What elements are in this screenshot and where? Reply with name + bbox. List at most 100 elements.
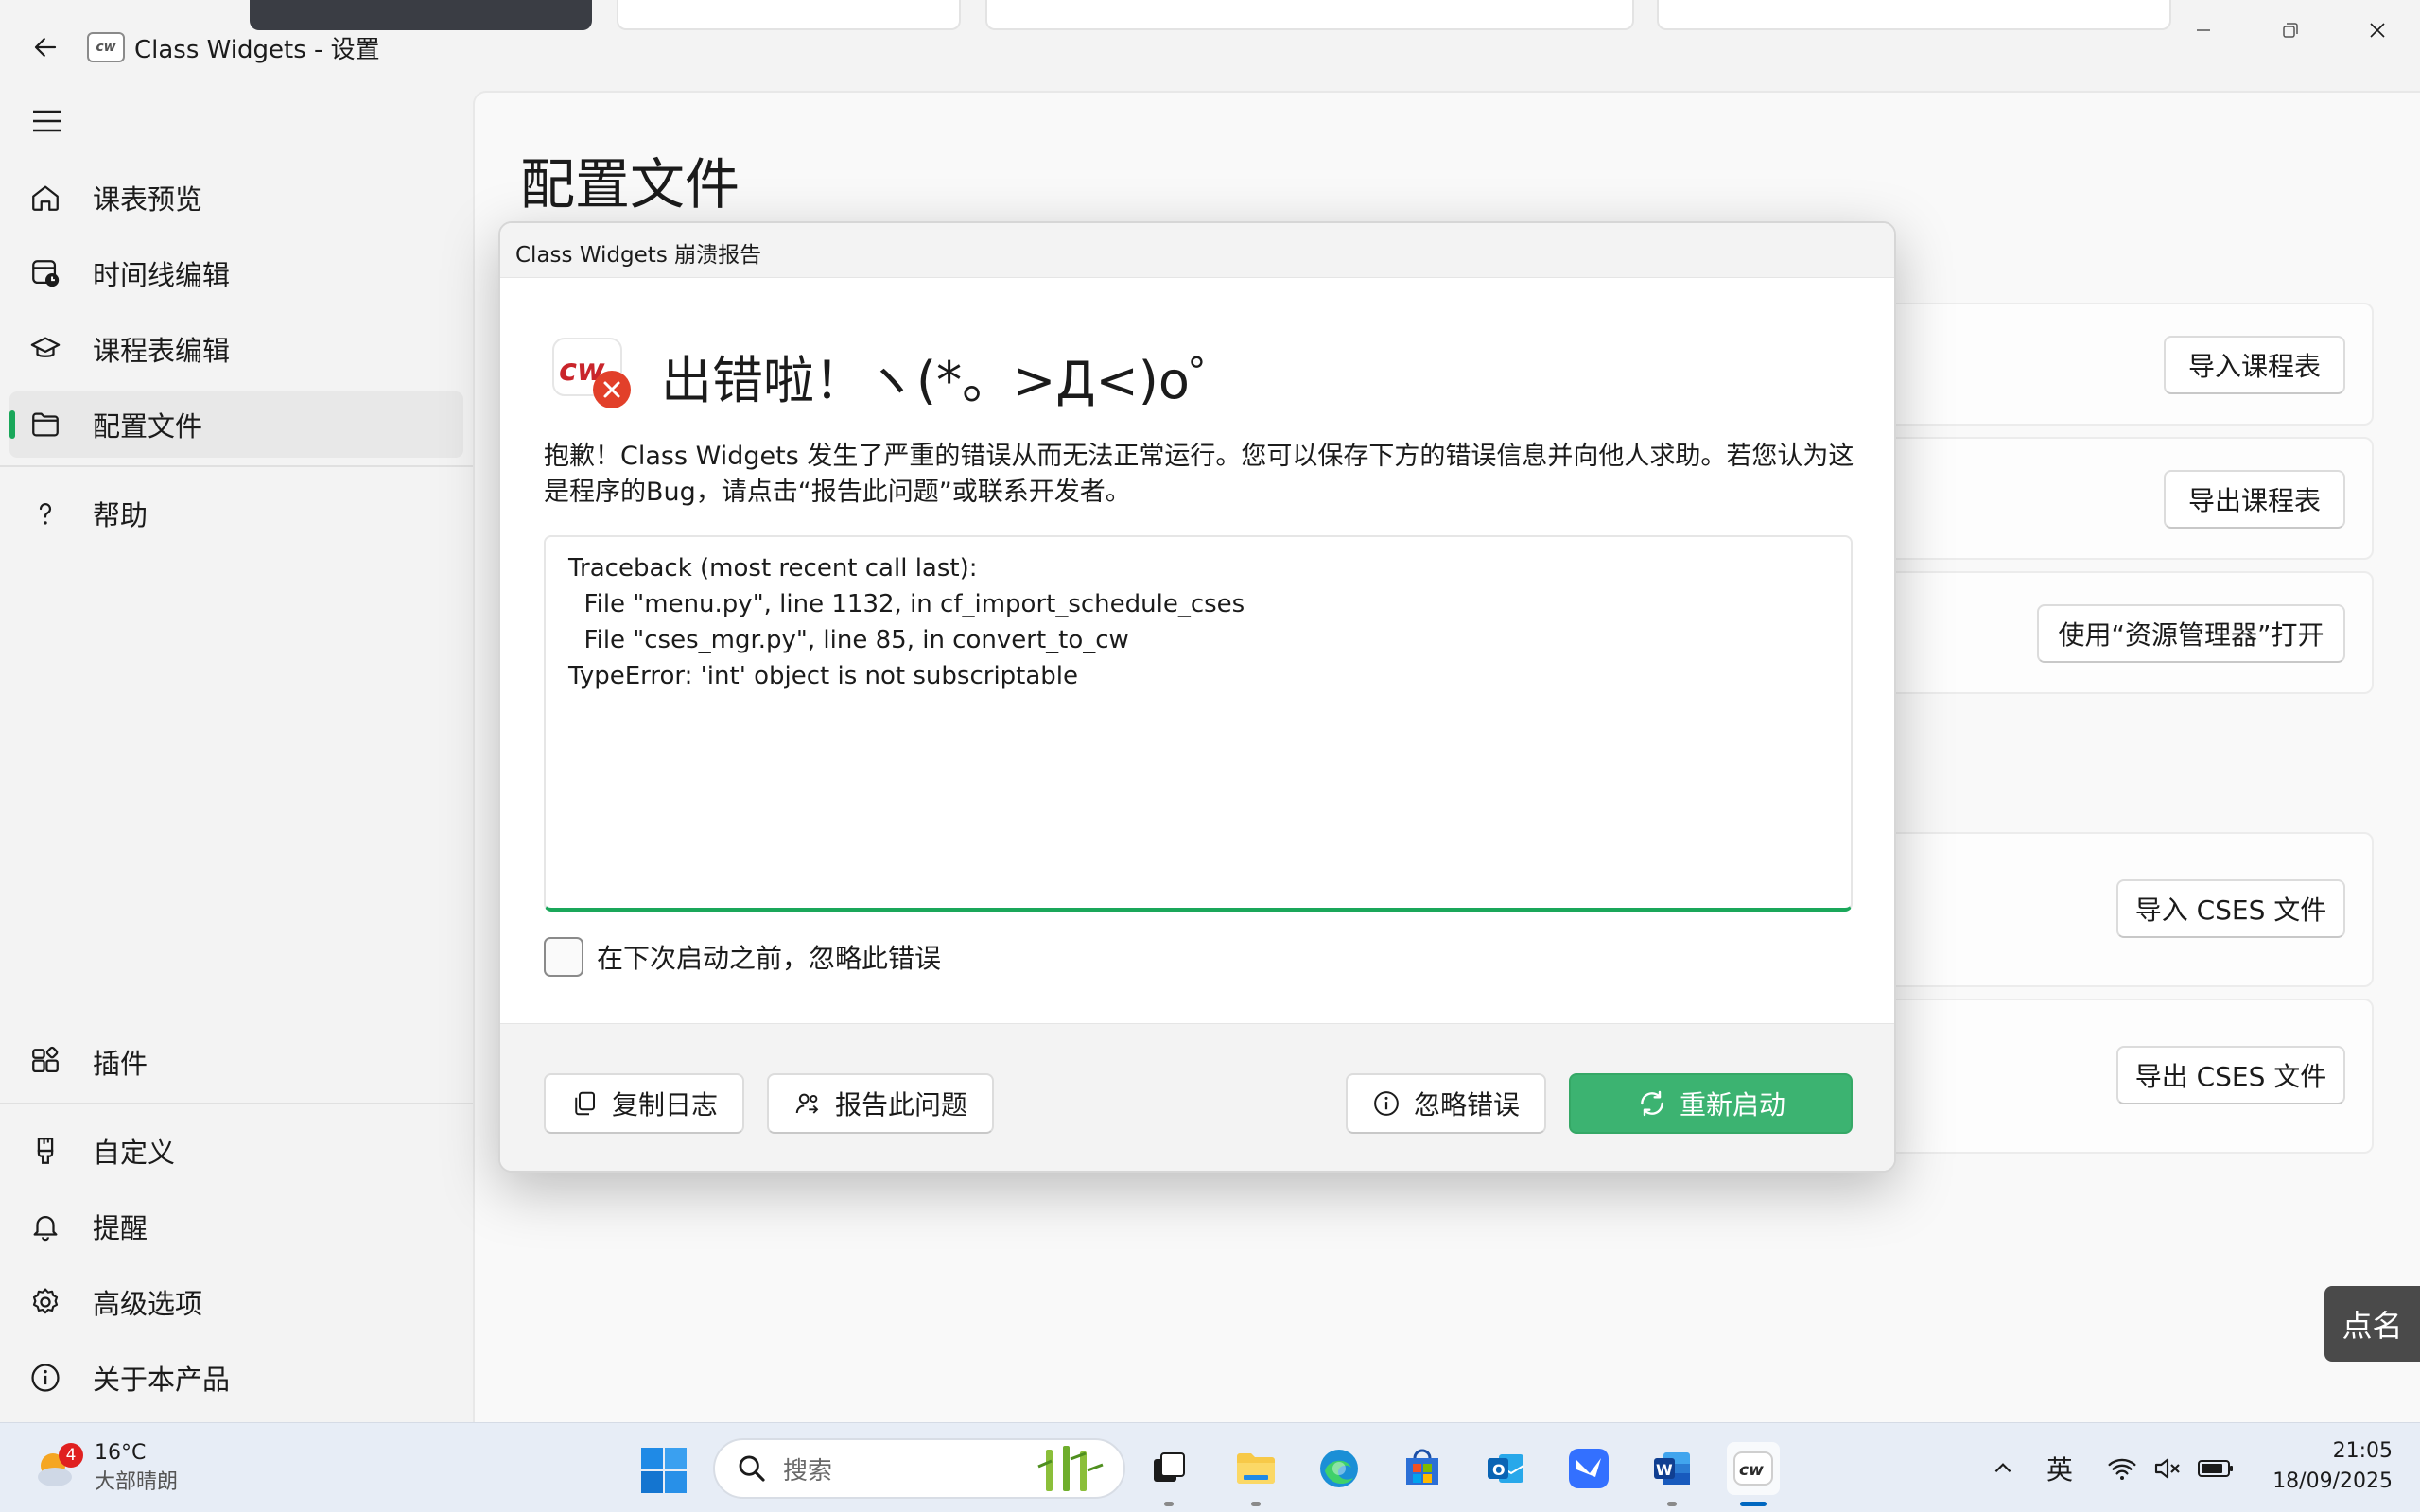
volume-muted-icon bbox=[2154, 1458, 2180, 1479]
open-explorer-button[interactable]: 使用“资源管理器”打开 bbox=[2037, 604, 2345, 663]
dialog-footer: 复制日志 报告此问题 忽略错误 重新启动 bbox=[500, 1023, 1894, 1171]
sidebar-item-help[interactable]: 帮助 bbox=[9, 480, 463, 547]
restore-button[interactable] bbox=[2247, 0, 2334, 61]
app-error-icon: cw bbox=[549, 335, 636, 410]
sidebar-item-reminders[interactable]: 提醒 bbox=[9, 1193, 463, 1260]
gear-icon bbox=[26, 1283, 64, 1321]
volume-status[interactable] bbox=[2147, 1446, 2188, 1491]
taskbar-clock[interactable]: 21:05 18/09/2025 bbox=[2251, 1436, 2393, 1497]
task-view-app[interactable] bbox=[1142, 1442, 1195, 1506]
svg-text:O: O bbox=[1492, 1461, 1506, 1479]
import-schedule-button[interactable]: 导入课程表 bbox=[2164, 336, 2345, 394]
sidebar-item-plugins[interactable]: 插件 bbox=[9, 1029, 463, 1095]
sidebar-item-timeline-edit[interactable]: 时间线编辑 bbox=[9, 240, 463, 306]
report-issue-label: 报告此问题 bbox=[835, 1089, 968, 1121]
info-icon bbox=[1370, 1087, 1402, 1120]
battery-icon bbox=[2198, 1460, 2233, 1477]
running-indicator bbox=[1740, 1502, 1767, 1506]
search-icon bbox=[739, 1455, 765, 1482]
sidebar-item-label: 课程表编辑 bbox=[93, 335, 231, 367]
sidebar-item-advanced[interactable]: 高级选项 bbox=[9, 1269, 463, 1335]
search-placeholder: 搜索 bbox=[783, 1456, 833, 1486]
sidebar-item-customize[interactable]: 自定义 bbox=[9, 1118, 463, 1184]
dialog-title: Class Widgets 崩溃报告 bbox=[515, 243, 762, 268]
ignore-error-label: 在下次启动之前，忽略此错误 bbox=[597, 943, 942, 974]
minimize-button[interactable] bbox=[2160, 0, 2247, 61]
back-button[interactable] bbox=[19, 25, 72, 70]
running-indicator bbox=[1667, 1502, 1677, 1506]
sidebar-item-label: 关于本产品 bbox=[93, 1364, 231, 1396]
hamburger-icon bbox=[33, 110, 61, 132]
ignore-error-button[interactable]: 忽略错误 bbox=[1346, 1073, 1546, 1134]
file-explorer-icon bbox=[1237, 1453, 1275, 1484]
nav-menu-button[interactable] bbox=[25, 102, 70, 140]
store-app[interactable] bbox=[1396, 1442, 1449, 1495]
task-thumbnail bbox=[1657, 0, 2171, 30]
calendar-clock-icon bbox=[26, 254, 64, 292]
running-indicator bbox=[1164, 1502, 1174, 1506]
brush-icon bbox=[26, 1132, 64, 1170]
start-button[interactable] bbox=[639, 1446, 688, 1495]
sidebar-item-schedule-edit[interactable]: 课程表编辑 bbox=[9, 316, 463, 382]
plugin-icon bbox=[26, 1043, 64, 1081]
error-heading: 出错啦！ヽ(*。>Д<)o゜ bbox=[661, 351, 1241, 410]
export-cses-button[interactable]: 导出 CSES 文件 bbox=[2116, 1046, 2345, 1104]
tray-overflow-button[interactable] bbox=[1982, 1446, 2024, 1491]
title-bar: cw Class Widgets - 设置 bbox=[0, 0, 2420, 91]
traceback-textarea[interactable]: Traceback (most recent call last): File … bbox=[544, 535, 1853, 912]
store-icon bbox=[1406, 1449, 1438, 1485]
close-icon bbox=[2370, 23, 2385, 38]
dialog-header: Class Widgets 崩溃报告 bbox=[500, 223, 1894, 278]
battery-status[interactable] bbox=[2192, 1446, 2239, 1491]
task-thumbnail bbox=[250, 0, 592, 30]
ignore-error-checkbox[interactable] bbox=[544, 937, 583, 977]
close-button[interactable] bbox=[2334, 0, 2420, 61]
edge-icon bbox=[1320, 1450, 1358, 1487]
window-title: Class Widgets - 设置 bbox=[134, 36, 380, 64]
task-thumbnail bbox=[985, 0, 1634, 30]
export-schedule-button[interactable]: 导出课程表 bbox=[2164, 470, 2345, 529]
weather-desc: 大部晴朗 bbox=[95, 1469, 179, 1494]
taskbar-search[interactable]: 搜索 bbox=[713, 1438, 1125, 1499]
sidebar-item-about[interactable]: 关于本产品 bbox=[9, 1345, 463, 1411]
sidebar-item-label: 配置文件 bbox=[93, 410, 203, 443]
wifi-status[interactable] bbox=[2101, 1446, 2143, 1491]
info-icon bbox=[26, 1359, 64, 1397]
people-share-icon bbox=[792, 1087, 824, 1120]
file-explorer-app[interactable] bbox=[1229, 1442, 1282, 1506]
ime-indicator[interactable]: 英 bbox=[2039, 1446, 2081, 1491]
clock-date: 18/09/2025 bbox=[2272, 1469, 2393, 1493]
import-cses-button[interactable]: 导入 CSES 文件 bbox=[2116, 879, 2345, 938]
sidebar-divider bbox=[0, 1103, 473, 1104]
app-logo: cw bbox=[87, 32, 125, 62]
windows-logo-icon bbox=[641, 1448, 687, 1493]
word-icon: W bbox=[1654, 1452, 1690, 1485]
sun-cloud-icon: 4 bbox=[32, 1443, 83, 1492]
wifi-icon bbox=[2108, 1458, 2136, 1480]
copy-log-button[interactable]: 复制日志 bbox=[544, 1073, 744, 1134]
weather-widget[interactable]: 4 16°C 大部晴朗 bbox=[32, 1436, 178, 1499]
feishu-app[interactable] bbox=[1562, 1442, 1615, 1495]
question-icon bbox=[26, 495, 64, 532]
rollcall-button[interactable]: 点名 bbox=[2324, 1286, 2420, 1362]
word-app[interactable]: W bbox=[1645, 1442, 1698, 1506]
edge-app[interactable] bbox=[1313, 1442, 1366, 1495]
ignore-error-checkbox-row[interactable]: 在下次启动之前，忽略此错误 bbox=[544, 936, 941, 978]
restart-button[interactable]: 重新启动 bbox=[1569, 1073, 1853, 1134]
report-issue-button[interactable]: 报告此问题 bbox=[767, 1073, 994, 1134]
sidebar-item-schedule-preview[interactable]: 课表预览 bbox=[9, 165, 463, 231]
task-thumbnail bbox=[617, 0, 961, 30]
sidebar-item-label: 自定义 bbox=[93, 1137, 176, 1169]
sidebar-item-label: 时间线编辑 bbox=[93, 259, 231, 291]
sidebar-item-config-files[interactable]: 配置文件 bbox=[9, 391, 463, 458]
education-icon bbox=[26, 330, 64, 368]
restore-icon bbox=[2283, 23, 2298, 38]
class-widgets-app[interactable]: cw bbox=[1727, 1442, 1780, 1506]
sidebar-item-label: 插件 bbox=[93, 1048, 148, 1080]
outlook-app[interactable]: O bbox=[1479, 1442, 1532, 1495]
sidebar-item-label: 高级选项 bbox=[93, 1288, 203, 1320]
bamboo-illustration-icon bbox=[1037, 1446, 1104, 1491]
svg-text:W: W bbox=[1656, 1461, 1673, 1479]
ignore-error-button-label: 忽略错误 bbox=[1414, 1089, 1521, 1121]
sidebar-item-label: 课表预览 bbox=[93, 183, 203, 216]
